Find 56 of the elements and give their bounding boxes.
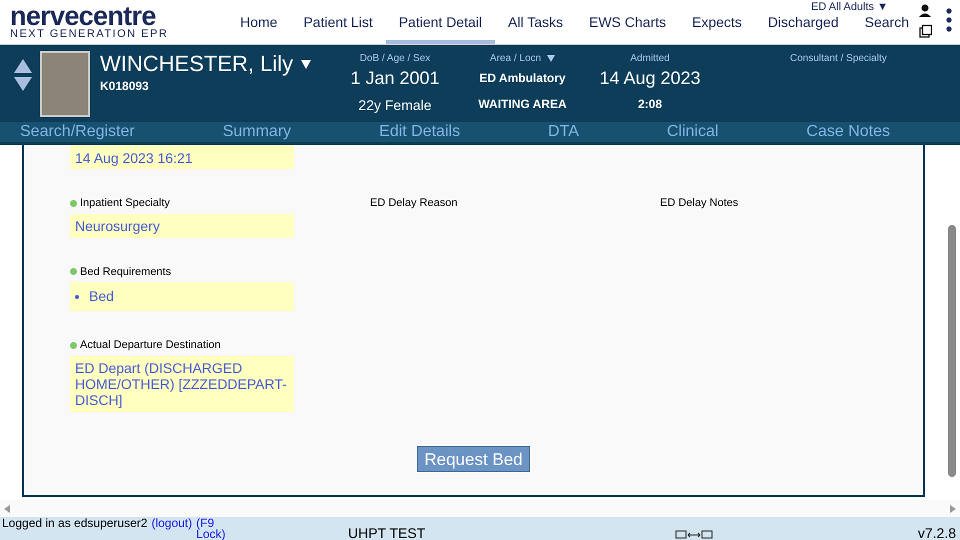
column-label: Consultant / Specialty xyxy=(790,52,887,66)
photo-placeholder xyxy=(40,51,90,117)
ward-selector[interactable]: ED All Adults ▼ xyxy=(811,1,888,13)
patient-name: WINCHESTER, Lily xyxy=(100,51,294,77)
next-patient-icon[interactable] xyxy=(14,77,32,91)
nav-tab[interactable]: EWS Charts xyxy=(576,14,679,44)
sub-navigation-link[interactable]: Search/Register xyxy=(20,120,135,144)
sub-navigation-link[interactable]: Summary xyxy=(222,120,292,144)
column-value: ED Ambulatory xyxy=(479,70,566,87)
column-label: Area / Locn xyxy=(490,52,542,66)
sub-navigation-link[interactable]: Case Notes xyxy=(806,120,890,144)
environment-name: UHPT TEST xyxy=(348,526,426,540)
logo-tagline: NEXT GENERATION EPR xyxy=(10,28,168,40)
status-dot-icon xyxy=(70,268,77,276)
status-dot-icon xyxy=(70,342,77,349)
field-label: ED Delay Notes xyxy=(660,196,738,211)
nav-tab[interactable]: Patient List xyxy=(290,14,386,44)
logout-link[interactable]: (logout) xyxy=(151,518,192,529)
previous-patient-icon[interactable] xyxy=(14,59,32,73)
sub-navigation-link[interactable]: Clinical xyxy=(666,120,718,144)
status-dot-icon xyxy=(70,200,77,207)
column-label: DoB / Age / Sex xyxy=(360,52,430,66)
scroll-right-icon[interactable] xyxy=(950,504,956,512)
field-label: Actual Departure Destination xyxy=(80,338,221,353)
column-label: Admitted xyxy=(630,52,670,66)
field-label: Bed Requirements xyxy=(80,264,172,280)
nav-tab[interactable]: Expects xyxy=(679,14,755,44)
column-detail: WAITING AREA xyxy=(478,96,567,113)
dropdown-caret-icon[interactable] xyxy=(301,60,312,68)
login-status: Logged in as edsuperuser2 xyxy=(2,518,148,529)
version-label: v7.2.8 xyxy=(918,526,956,540)
column-value: 1 Jan 2001 xyxy=(350,67,440,90)
field-label: ED Delay Reason xyxy=(370,196,458,211)
bullet-icon xyxy=(75,294,79,298)
logo-wordmark: nervecentre xyxy=(10,4,156,28)
column-value: 14 Aug 2023 xyxy=(599,67,701,90)
field-value: Neurosurgery xyxy=(70,214,294,238)
scrollbar-thumb[interactable] xyxy=(948,225,956,477)
list-item: Bed xyxy=(89,287,114,306)
user-icon[interactable] xyxy=(918,4,932,40)
scroll-left-icon[interactable] xyxy=(4,504,10,512)
column-detail: 2:08 xyxy=(638,96,662,113)
field-label: Inpatient Specialty xyxy=(80,196,170,211)
dropdown-caret-icon[interactable] xyxy=(547,55,556,62)
sub-navigation-link[interactable]: Edit Details xyxy=(379,120,460,144)
sub-navigation-link[interactable]: DTA xyxy=(548,120,579,144)
column-detail: 22y Female xyxy=(358,96,432,115)
screens-icon xyxy=(675,530,714,540)
patient-id: K018093 xyxy=(100,78,150,95)
nav-tab[interactable]: Search xyxy=(852,14,922,44)
nav-tab[interactable]: Discharged xyxy=(754,14,852,44)
nav-tab[interactable]: All Tasks xyxy=(495,14,576,44)
field-value: ED Depart (DISCHARGED HOME/OTHER) [ZZZEDDEPART-DISCH] xyxy=(70,356,294,412)
nav-tab[interactable]: Home xyxy=(227,14,290,44)
field-value: 14 Aug 2023 16:21 xyxy=(70,145,294,169)
more-options-icon[interactable] xyxy=(946,8,952,32)
